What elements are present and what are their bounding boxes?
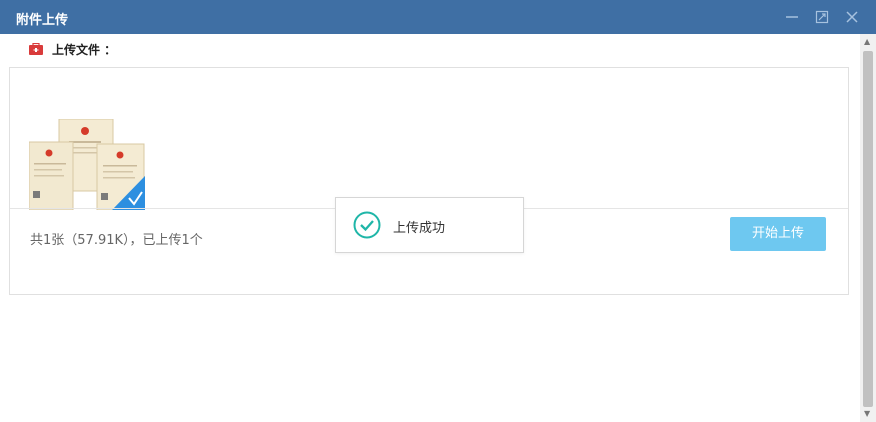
- scroll-down-icon[interactable]: ▼: [864, 410, 872, 418]
- upload-header: 上传文件 ：: [28, 39, 116, 59]
- upload-success-toast: 上传成功: [335, 197, 524, 253]
- dialog-titlebar: 附件上传: [0, 0, 876, 34]
- start-upload-button[interactable]: 开始上传: [730, 217, 826, 251]
- minimize-icon[interactable]: [784, 7, 800, 25]
- dialog-title: 附件上传: [16, 13, 69, 28]
- close-icon[interactable]: [844, 7, 860, 25]
- check-circle-icon: [352, 210, 382, 244]
- upload-header-label: 上传文件 ：: [52, 42, 117, 57]
- toast-message: 上传成功: [393, 221, 446, 236]
- vertical-scrollbar[interactable]: ▲ ▼: [860, 34, 876, 422]
- upload-file-icon: [29, 42, 43, 55]
- maximize-icon[interactable]: [814, 7, 830, 25]
- window-controls: [784, 7, 860, 25]
- upload-panel: 共1张（57.91K），已上传1个 开始上传: [9, 67, 849, 295]
- upload-summary: 共1张（57.91K），已上传1个: [30, 233, 203, 248]
- scroll-up-icon[interactable]: ▲: [864, 38, 872, 46]
- scroll-thumb[interactable]: [863, 51, 873, 407]
- uploaded-image-thumbnail[interactable]: [28, 118, 145, 211]
